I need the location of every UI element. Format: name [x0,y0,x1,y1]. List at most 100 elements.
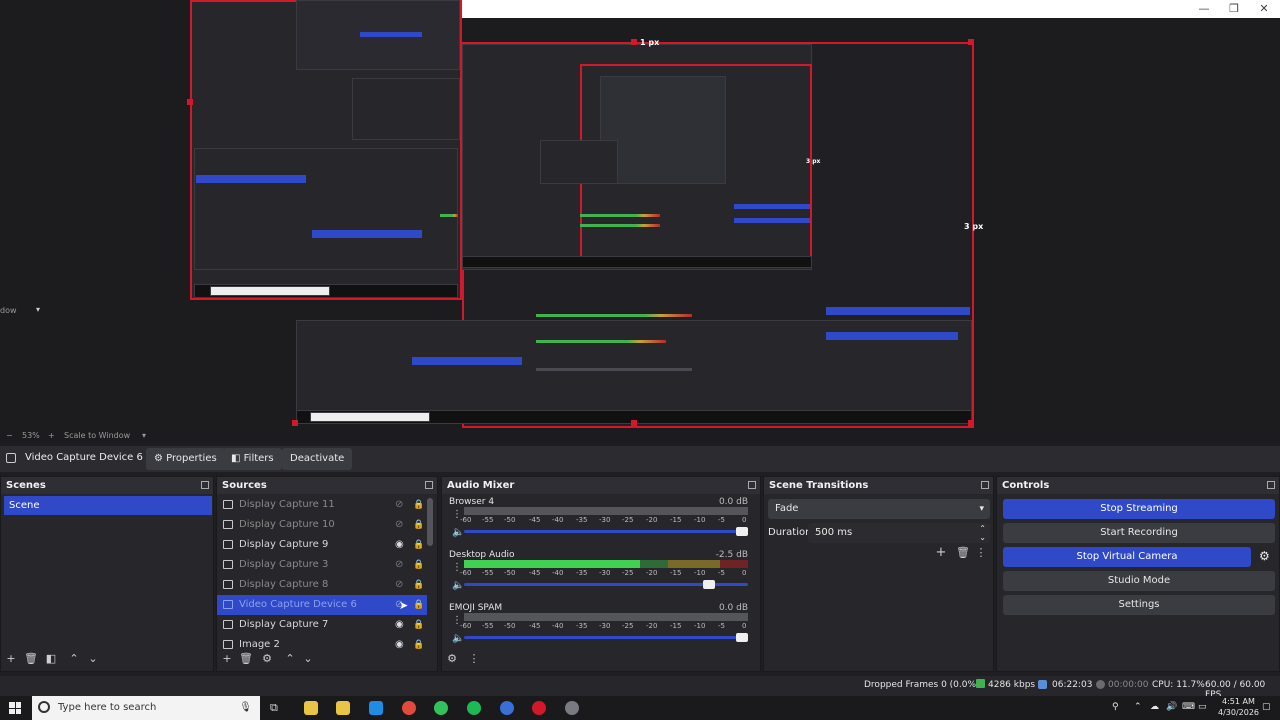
task-view-icon[interactable]: ⧉ [270,701,278,715]
file-explorer-icon[interactable] [304,701,318,715]
move-down-icon[interactable]: ⌄ [302,653,314,665]
studio-mode-button[interactable]: Studio Mode [1003,571,1275,591]
properties-button[interactable]: ⚙ Properties [146,448,225,470]
notification-icon[interactable]: ▢ [1262,702,1271,712]
chrome-icon[interactable] [402,701,416,715]
move-up-icon[interactable]: ⌃ [68,653,80,665]
taskbar-search-input[interactable]: Type here to search 🎙 [32,696,260,720]
spin-down-icon[interactable]: ⌄ [979,528,986,548]
lock-icon[interactable]: 🔒 [413,575,424,595]
stop-streaming-button[interactable]: Stop Streaming [1003,499,1275,519]
resize-handle-bottom-right[interactable] [968,420,974,426]
lock-icon[interactable]: 🔒 [413,615,424,635]
duration-spinbox[interactable]: 500 ms ⌃ ⌄ [808,523,990,543]
filters-button[interactable]: ◧ Filters [223,448,282,470]
scene-transitions-title: Scene Transitions [764,477,993,494]
controls-undock-icon[interactable] [1267,481,1275,489]
volume-slider-handle[interactable] [703,580,716,589]
hidden-icon[interactable]: ⊘ [395,495,403,515]
gear-icon[interactable]: ⚙ [261,653,273,665]
source-row-selected[interactable]: Video Capture Device 6 ⊘ 🔒 [217,595,427,615]
tray-date[interactable]: 4/30/2026 [1218,708,1259,717]
scene-transitions-undock-icon[interactable] [981,481,989,489]
sources-undock-icon[interactable] [425,481,433,489]
app-icon[interactable] [565,701,579,715]
microphone-icon[interactable]: 🎙 [239,696,252,720]
move-up-icon[interactable]: ⌃ [284,653,296,665]
meter-ticks: -60 -55 -50 -45 -40 -35 -30 -25 -20 -15 -10 -5 0 [460,622,748,631]
tray-cloud-icon[interactable]: ☁ [1150,702,1159,712]
deactivate-button[interactable]: Deactivate [282,448,353,470]
speaker-icon[interactable]: 🔈 [452,527,464,538]
more-icon[interactable]: ⋮ [975,547,987,559]
lock-icon[interactable]: 🔒 [413,495,424,515]
volume-slider[interactable] [464,580,748,589]
discord-icon[interactable] [500,701,514,715]
volume-slider[interactable] [464,527,748,536]
audio-mixer-undock-icon[interactable] [748,481,756,489]
tray-people-icon[interactable]: ⚲ [1112,702,1119,712]
start-recording-button[interactable]: Start Recording [1003,523,1275,543]
trash-icon[interactable]: 🗑 [239,653,253,665]
scene-item[interactable]: Scene [4,496,212,515]
tray-chevron-up-icon[interactable]: ⌃ [1134,702,1142,712]
hidden-icon[interactable]: ⊘ [395,575,403,595]
resize-handle-left[interactable] [187,99,193,105]
tray-network-icon[interactable]: ⌨ [1182,702,1195,712]
speaker-icon[interactable]: 🔈 [452,633,464,644]
store-icon[interactable] [336,701,350,715]
add-transition-icon[interactable]: + [935,546,947,559]
sources-scrollbar[interactable] [427,498,433,546]
settings-button[interactable]: Settings [1003,595,1275,615]
source-row[interactable]: Display Capture 9 ◉ 🔒 [217,535,427,555]
edge-icon[interactable] [369,701,383,715]
trash-icon[interactable]: 🗑 [956,547,970,559]
mail-icon[interactable] [434,701,448,715]
gear-icon: ⚙ [154,453,163,464]
add-source-icon[interactable]: + [221,653,233,665]
lock-icon[interactable]: 🔒 [413,555,424,575]
resize-handle-bottom[interactable] [631,420,637,426]
hidden-icon[interactable]: ⊘ [395,555,403,575]
windows-start-icon[interactable] [9,702,21,714]
source-row[interactable]: Display Capture 7 ◉ 🔒 [217,615,427,635]
obs-icon[interactable] [532,701,546,715]
lock-icon[interactable]: 🔒 [413,535,424,555]
scale-mode[interactable]: Scale to Window [64,431,130,440]
gear-icon[interactable]: ⚙ [446,653,458,665]
zoom-plus-icon[interactable]: + [48,431,55,440]
volume-slider-handle[interactable] [736,633,748,642]
tray-volume-icon[interactable]: 🔊 [1166,702,1177,712]
add-scene-icon[interactable]: + [5,653,17,665]
spotify-icon[interactable] [467,701,481,715]
hidden-icon[interactable]: ⊘ [395,515,403,535]
lock-icon[interactable]: 🔒 [413,515,424,535]
tray-language-icon[interactable]: ▭ [1198,702,1207,712]
source-row[interactable]: Display Capture 3 ⊘ 🔒 [217,555,427,575]
transition-select[interactable]: Fade ▾ [768,499,990,519]
eye-icon[interactable]: ◉ [395,535,404,555]
scale-mode-chevron-icon[interactable]: ▾ [142,431,146,440]
volume-slider-handle[interactable] [736,527,748,536]
resize-handle-bottom-left[interactable] [292,420,298,426]
resize-handle-top[interactable] [631,39,637,45]
source-row[interactable]: Display Capture 8 ⊘ 🔒 [217,575,427,595]
eye-icon[interactable]: ◉ [395,615,404,635]
sources-footer: + 🗑 ⚙ ⌃ ⌄ [217,647,437,671]
speaker-icon[interactable]: 🔈 [452,580,464,591]
zoom-minus-icon[interactable]: − [6,431,13,440]
scene-filter-icon[interactable]: ◧ [45,653,57,665]
source-row[interactable]: Display Capture 10 ⊘ 🔒 [217,515,427,535]
source-row[interactable]: Display Capture 11 ⊘ 🔒 [217,495,427,515]
stop-virtual-camera-button[interactable]: Stop Virtual Camera [1003,547,1251,567]
tray-time[interactable]: 4:51 AM [1222,697,1255,706]
virtual-camera-settings-icon[interactable]: ⚙ [1259,549,1270,563]
more-icon[interactable]: ⋮ [468,653,480,665]
lock-icon[interactable]: 🔒 [413,595,424,615]
resize-handle-top-right[interactable] [968,39,974,45]
volume-slider[interactable] [464,633,748,642]
scenes-undock-icon[interactable] [201,481,209,489]
move-down-icon[interactable]: ⌄ [87,653,99,665]
preview-canvas[interactable]: — ❐ ✕ 1 px 3 px 3 px dow ▾ [0,0,1280,428]
trash-icon[interactable]: 🗑 [24,653,38,665]
